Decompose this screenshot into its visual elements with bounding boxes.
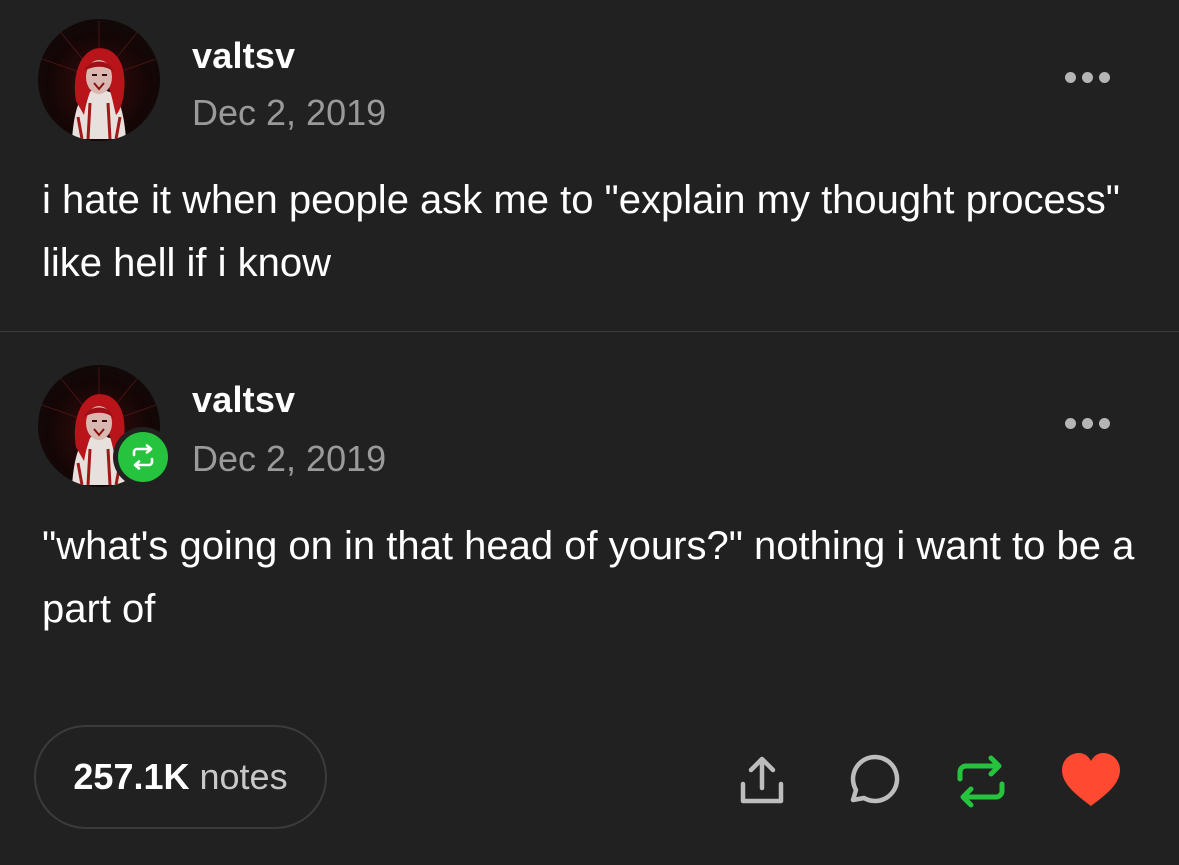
notes-label: notes bbox=[199, 756, 288, 797]
reply-button[interactable] bbox=[838, 748, 904, 814]
post-date: Dec 2, 2019 bbox=[192, 438, 387, 479]
username[interactable]: valtsv bbox=[192, 35, 295, 77]
reblog-button[interactable] bbox=[948, 748, 1014, 814]
post-original: valtsv Dec 2, 2019 i hate it when people… bbox=[0, 0, 1179, 331]
notes-count: 257.1K bbox=[73, 756, 190, 797]
avatar[interactable] bbox=[38, 19, 160, 141]
reply-icon bbox=[850, 754, 900, 804]
like-button[interactable] bbox=[1058, 748, 1124, 814]
notes-button[interactable]: 257.1K notes bbox=[34, 725, 327, 829]
share-button[interactable] bbox=[729, 748, 795, 814]
avatar-image bbox=[41, 21, 157, 140]
more-options-icon[interactable] bbox=[1065, 70, 1117, 84]
reblog-badge-icon bbox=[113, 427, 173, 487]
share-icon bbox=[740, 756, 784, 804]
heart-icon bbox=[1062, 753, 1120, 806]
reblog-icon bbox=[957, 755, 1005, 808]
post-text: "what's going on in that head of yours?"… bbox=[42, 524, 1135, 631]
username[interactable]: valtsv bbox=[192, 379, 295, 421]
post-text: i hate it when people ask me to "explain… bbox=[42, 178, 1120, 285]
post-date: Dec 2, 2019 bbox=[192, 92, 387, 133]
more-options-icon[interactable] bbox=[1065, 416, 1117, 430]
